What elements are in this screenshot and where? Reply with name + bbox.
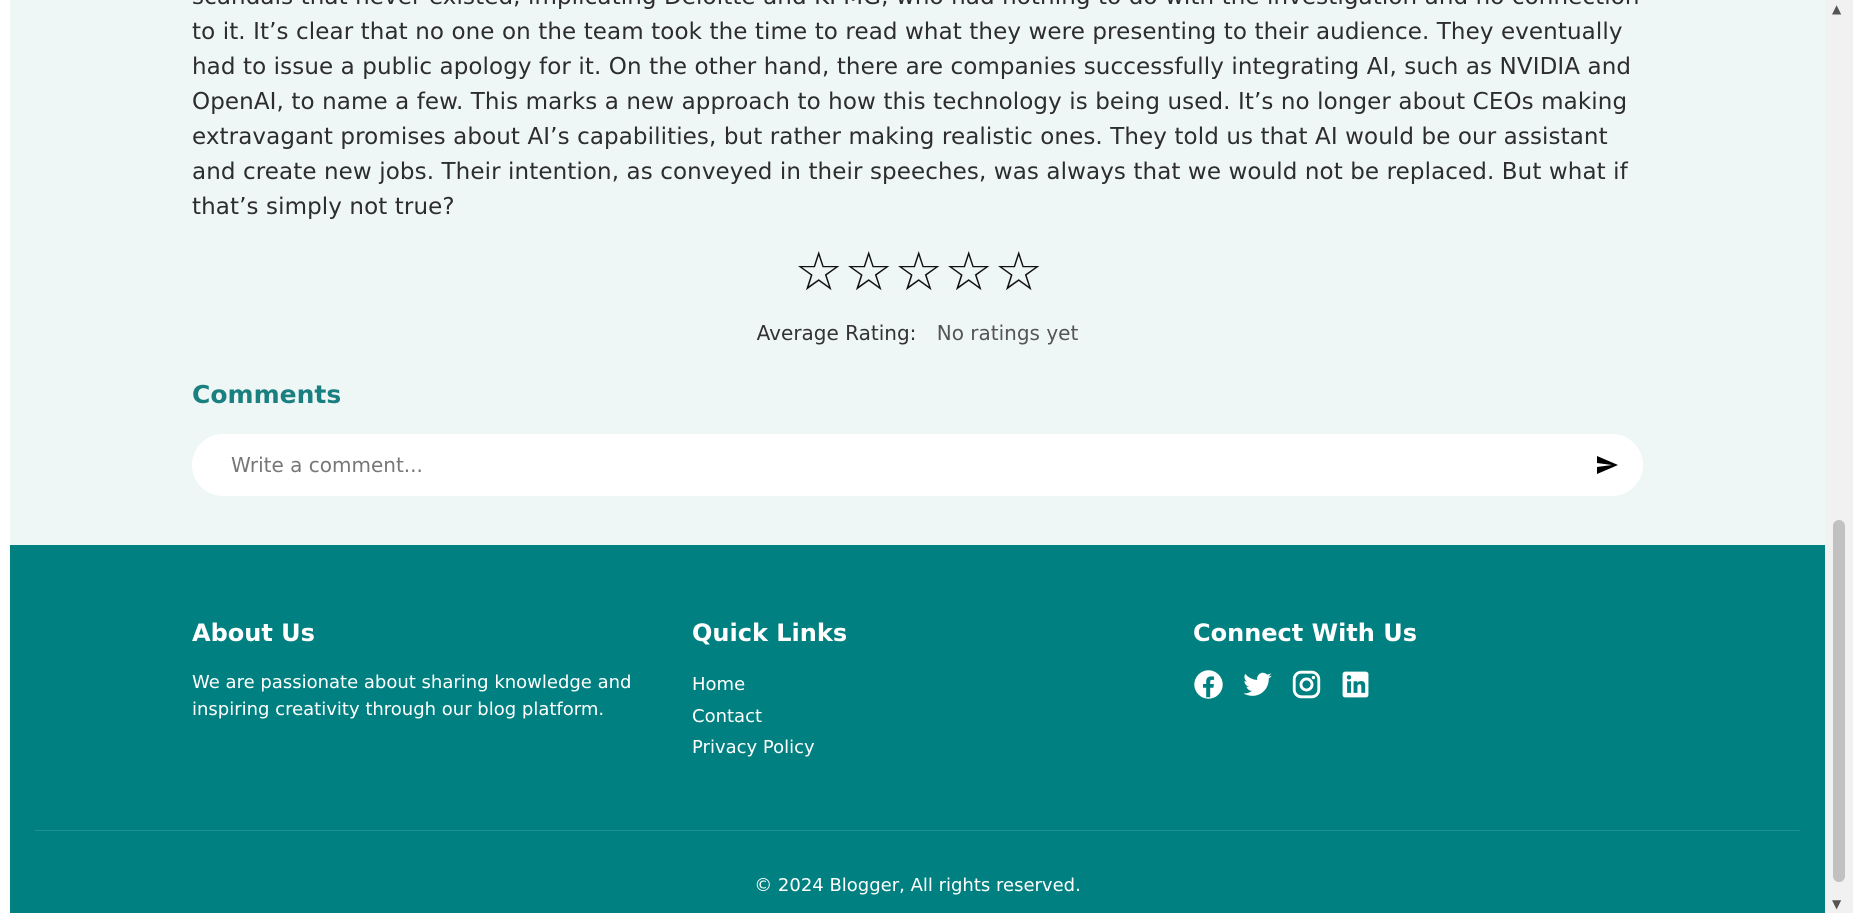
star-rating: ☆ ☆ ☆ ☆ ☆ [10,243,1825,301]
average-rating-label: Average Rating: [756,321,917,345]
star-2[interactable]: ☆ [845,243,893,301]
star-1[interactable]: ☆ [795,243,843,301]
footer-connect: Connect With Us [1193,619,1417,700]
scroll-down-icon[interactable]: ▼ [1832,897,1841,911]
send-comment-button[interactable] [1589,447,1625,483]
instagram-icon[interactable] [1291,669,1322,700]
twitter-icon[interactable] [1242,669,1273,700]
footer-divider [35,830,1800,831]
footer-link-home[interactable]: Home [692,674,745,695]
footer-about-text: We are passionate about sharing knowledg… [192,672,632,720]
send-icon [1597,456,1618,474]
footer-quick-links-title: Quick Links [692,619,848,647]
facebook-icon[interactable] [1193,669,1224,700]
comment-form [192,434,1643,496]
star-5[interactable]: ☆ [995,243,1043,301]
comment-input[interactable] [229,452,1589,478]
footer-link-contact[interactable]: Contact [692,706,762,727]
linkedin-icon[interactable] [1340,669,1371,700]
article-body: scandals that never existed, implicating… [192,0,1639,220]
scroll-up-icon[interactable]: ▲ [1832,2,1841,16]
scrollbar-thumb[interactable] [1833,520,1845,882]
page-scrollbar[interactable]: ▲ ▼ [1825,0,1853,913]
footer-links-list: Home Contact Privacy Policy [692,669,847,764]
star-4[interactable]: ☆ [945,243,993,301]
average-rating-value: No ratings yet [936,321,1079,345]
page: scandals that never existed, implicating… [10,0,1825,913]
site-footer: About Us We are passionate about sharing… [10,545,1825,913]
footer-quick-links: Quick Links Home Contact Privacy Policy [692,619,847,764]
rating-section: ☆ ☆ ☆ ☆ ☆ Average Rating: No ratings yet [10,243,1825,346]
footer-about-title: About Us [192,619,315,647]
footer-connect-title: Connect With Us [1193,619,1417,647]
footer-link-privacy-policy[interactable]: Privacy Policy [692,737,815,758]
footer-about: About Us We are passionate about sharing… [192,619,632,723]
star-3[interactable]: ☆ [895,243,943,301]
social-links [1193,669,1417,700]
comments-title: Comments [192,380,342,409]
average-rating: Average Rating: No ratings yet [10,321,1825,345]
copyright: © 2024 Blogger, All rights reserved. [754,875,1081,896]
